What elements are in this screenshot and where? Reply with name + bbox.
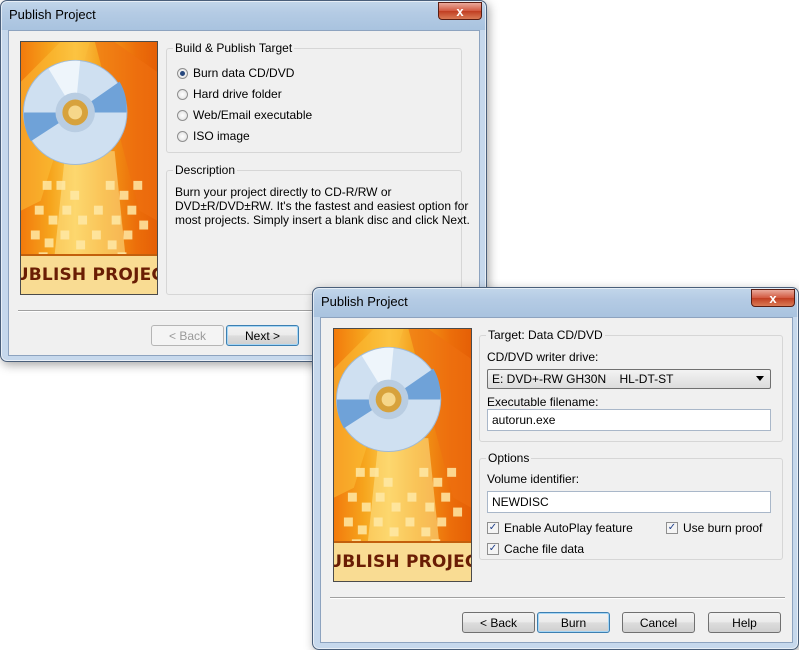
- drive-value: E: DVD+-RW GH30N HL-DT-ST: [492, 372, 674, 386]
- next-button[interactable]: Next >: [226, 325, 299, 346]
- radio-label: Web/Email executable: [193, 108, 313, 122]
- checkbox-label: Use burn proof: [683, 521, 763, 535]
- banner-label: PUBLISH PROJECT: [21, 254, 157, 294]
- volume-identifier-input[interactable]: NEWDISC: [487, 491, 771, 513]
- checkbox-enable-autoplay[interactable]: ✓ Enable AutoPlay feature: [487, 521, 633, 535]
- close-icon: x: [769, 290, 777, 306]
- back-button[interactable]: < Back: [462, 612, 535, 633]
- publish-project-window-front: Publish Project x BLISH PROJE Target: Da…: [312, 287, 799, 650]
- target-data-cd-group: Target: Data CD/DVD CD/DVD writer drive:…: [479, 328, 783, 442]
- exe-label: Executable filename:: [487, 395, 599, 409]
- close-icon: x: [456, 3, 464, 19]
- volume-label: Volume identifier:: [487, 472, 580, 486]
- checkbox-cache-file-data[interactable]: ✓ Cache file data: [487, 542, 584, 556]
- executable-filename-input[interactable]: autorun.exe: [487, 409, 771, 431]
- radio-iso-image[interactable]: ISO image: [177, 129, 250, 143]
- close-button[interactable]: x: [438, 2, 482, 20]
- disc-icon: [335, 346, 442, 453]
- radio-icon: [177, 130, 188, 142]
- radio-label: ISO image: [193, 129, 250, 143]
- chevron-down-icon: [756, 376, 764, 381]
- group-legend: Description: [173, 163, 238, 177]
- group-legend: Target: Data CD/DVD: [486, 328, 605, 342]
- radio-icon: [177, 109, 188, 121]
- separator: [330, 597, 785, 599]
- group-legend: Build & Publish Target: [173, 41, 295, 55]
- radio-selected-icon: [177, 67, 188, 79]
- burn-button[interactable]: Burn: [537, 612, 610, 633]
- disc-icon: [22, 59, 128, 166]
- build-publish-target-group: Build & Publish Target Burn data CD/DVD …: [166, 41, 462, 153]
- help-button[interactable]: Help: [708, 612, 781, 633]
- radio-label: Hard drive folder: [193, 87, 282, 101]
- description-line: DVD±R/DVD±RW. It's the fastest and easie…: [175, 199, 469, 213]
- drive-label: CD/DVD writer drive:: [487, 350, 599, 364]
- description-line: most projects. Simply insert a blank dis…: [175, 213, 470, 227]
- close-button[interactable]: x: [751, 289, 795, 307]
- options-group: Options Volume identifier: NEWDISC ✓ Ena…: [479, 451, 783, 560]
- description-line: Burn your project directly to CD-R/RW or: [175, 185, 392, 199]
- radio-web-email-executable[interactable]: Web/Email executable: [177, 108, 312, 122]
- dialog-client-area: PUBLISH PROJECT Target: Data CD/DVD CD/D…: [320, 317, 793, 643]
- publish-banner-image: PUBLISH PROJECT: [20, 41, 158, 295]
- banner-label: PUBLISH PROJECT: [334, 541, 471, 581]
- window-title: Publish Project: [321, 294, 408, 309]
- description-group: Description Burn your project directly t…: [166, 163, 470, 295]
- radio-burn-data-cd[interactable]: Burn data CD/DVD: [177, 66, 294, 80]
- radio-label: Burn data CD/DVD: [193, 66, 295, 80]
- checkbox-label: Enable AutoPlay feature: [504, 521, 633, 535]
- radio-icon: [177, 88, 188, 100]
- back-button[interactable]: < Back: [151, 325, 224, 346]
- cancel-button[interactable]: Cancel: [622, 612, 695, 633]
- checkbox-use-burn-proof[interactable]: ✓ Use burn proof: [666, 521, 762, 535]
- writer-drive-select[interactable]: E: DVD+-RW GH30N HL-DT-ST: [487, 369, 771, 389]
- title-bar[interactable]: Publish Project x: [1, 1, 486, 29]
- checkbox-checked-icon: ✓: [487, 522, 499, 534]
- checkbox-label: Cache file data: [504, 542, 585, 556]
- checkbox-checked-icon: ✓: [487, 543, 499, 555]
- radio-hard-drive-folder[interactable]: Hard drive folder: [177, 87, 282, 101]
- window-title: Publish Project: [9, 7, 96, 22]
- publish-banner-image: PUBLISH PROJECT: [333, 328, 472, 582]
- group-legend: Options: [486, 451, 532, 465]
- title-bar[interactable]: Publish Project x: [313, 288, 798, 316]
- checkbox-checked-icon: ✓: [666, 522, 678, 534]
